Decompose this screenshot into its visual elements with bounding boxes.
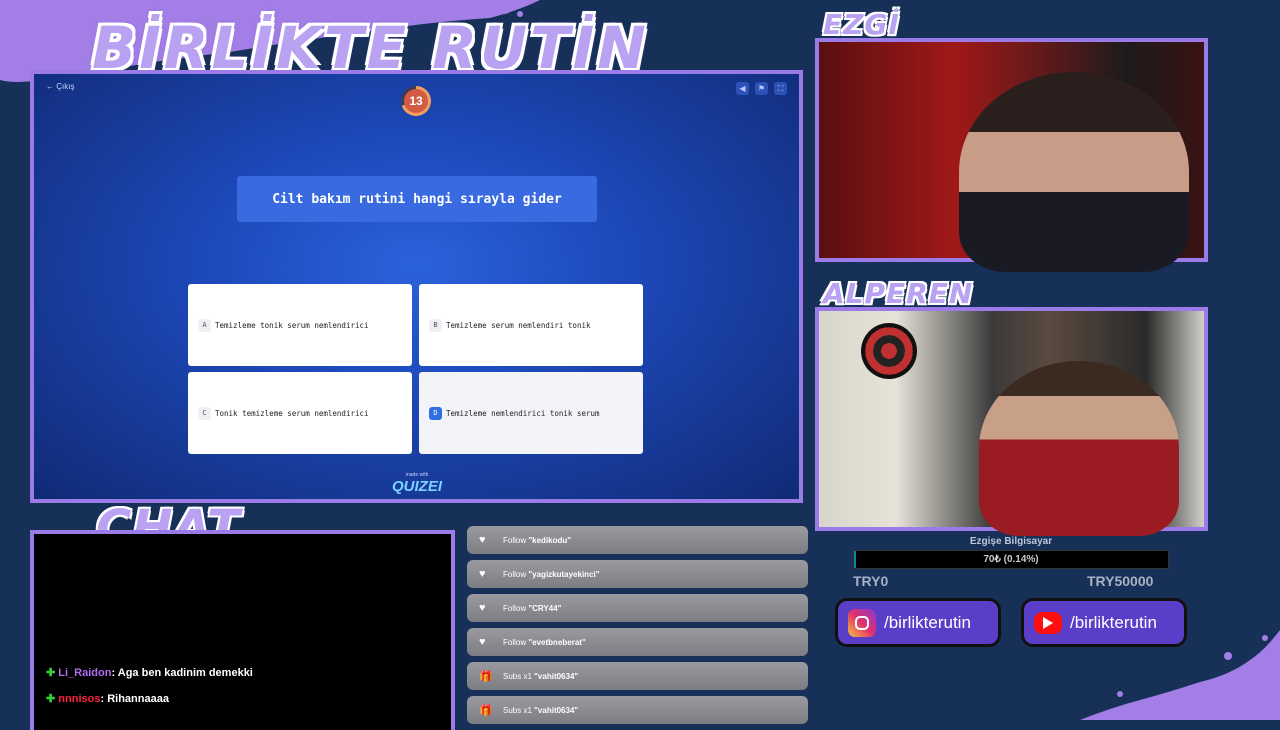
question-text: Cilt bakım rutini hangi sırayla gider [237, 176, 597, 222]
youtube-badge[interactable]: /birlikterutin [1021, 598, 1187, 647]
answer-text: Temizleme nemlendirici tonik serum [446, 408, 600, 418]
cam-label-bottom: ALPEREN [823, 277, 974, 310]
quiz-window: ← Çıkış 13 ◀ ⚑ ⛶ Cilt bakım rutini hangi… [30, 70, 803, 503]
donation-min: TRY0 [853, 573, 889, 589]
event-type: Follow [503, 569, 527, 579]
fullscreen-icon[interactable]: ⛶ [774, 82, 787, 95]
event-row: ♥ Follow "CRY44" [467, 594, 808, 622]
event-user: "CRY44" [528, 603, 562, 613]
answer-text: Temizleme serum nemlendiri tonik [446, 320, 591, 330]
dartboard-decoration [861, 323, 917, 379]
event-user: "kedikodu" [528, 535, 572, 545]
person-silhouette [979, 361, 1179, 536]
cam-label-top: EZGİ [823, 8, 900, 41]
answer-letter: A [198, 318, 211, 332]
quiz-toolbar: ◀ ⚑ ⛶ [736, 82, 787, 95]
gift-icon: 🎁 [479, 670, 493, 683]
answer-text: Temizleme tonik serum nemlendirici [215, 320, 369, 330]
person-silhouette [959, 72, 1189, 272]
event-row: ♥ Follow "kedikodu" [467, 526, 808, 554]
answer-option-c[interactable]: C Tonik temizleme serum nemlendirici [188, 372, 412, 454]
chat-text: Aga ben kadinim demekki [117, 667, 253, 679]
event-row: ♥ Follow "yagizkutayekinci" [467, 560, 808, 588]
heart-icon: ♥ [479, 534, 486, 546]
event-row: 🎁 Subs x1 "vahit0634" [467, 662, 808, 690]
plus-icon: ✚ [46, 667, 56, 679]
donation-max: TRY50000 [1087, 573, 1154, 589]
heart-icon: ♥ [479, 636, 486, 648]
donation-goal-title: Ezgişe Bilgisayar [969, 536, 1053, 547]
event-type: Subs x1 [503, 705, 532, 715]
event-user: "yagizkutayekinci" [528, 569, 600, 579]
answer-option-b[interactable]: B Temizleme serum nemlendiri tonik [419, 284, 643, 366]
answer-text: Tonik temizleme serum nemlendirici [215, 408, 369, 418]
answer-option-a[interactable]: A Temizleme tonik serum nemlendirici [188, 284, 412, 366]
flag-icon[interactable]: ⚑ [755, 82, 768, 95]
youtube-handle: /birlikterutin [1070, 612, 1157, 632]
event-type: Subs x1 [503, 671, 532, 681]
answer-letter: D [429, 406, 442, 420]
gift-icon: 🎁 [479, 704, 493, 717]
chat-message: ✚ nnnisos: Rihannaaaa [46, 693, 169, 705]
donation-progress-bar: 70₺ (0.14%) [853, 550, 1169, 569]
instagram-icon [848, 608, 876, 637]
event-row: ♥ Follow "evetbneberat" [467, 628, 808, 656]
event-type: Follow [503, 535, 527, 545]
youtube-icon [1034, 611, 1062, 634]
instagram-handle: /birlikterutin [884, 612, 971, 632]
event-user: "vahit0634" [534, 705, 579, 715]
event-type: Follow [503, 603, 527, 613]
chat-username: nnnisos [58, 693, 101, 705]
event-type: Follow [503, 637, 527, 647]
webcam-bottom [815, 307, 1208, 536]
instagram-badge[interactable]: /birlikterutin [835, 598, 1001, 647]
heart-icon: ♥ [479, 568, 486, 580]
timer-value: 13 [404, 89, 428, 113]
answer-letter: B [429, 318, 442, 332]
countdown-timer: 13 [401, 86, 431, 116]
quizei-branding: made with QUIZEI [392, 472, 442, 495]
heart-icon: ♥ [479, 602, 486, 614]
exit-button[interactable]: ← Çıkış [46, 82, 74, 91]
chat-box: ✚ Li_Raidon: Aga ben kadinim demekki ✚ n… [30, 530, 455, 730]
event-user: "evetbneberat" [528, 637, 586, 647]
quizei-logo: QUIZEI [392, 478, 443, 495]
webcam-top [815, 38, 1208, 272]
plus-icon: ✚ [46, 693, 56, 705]
event-user: "vahit0634" [534, 671, 579, 681]
sound-icon[interactable]: ◀ [736, 82, 749, 95]
chat-username: Li_Raidon [58, 667, 112, 679]
chat-message: ✚ Li_Raidon: Aga ben kadinim demekki [46, 667, 253, 679]
answer-letter: C [198, 406, 211, 420]
donation-current: 70₺ (0.14%) [983, 554, 1039, 565]
chat-text: Rihannaaaa [107, 693, 169, 705]
answer-option-d[interactable]: D Temizleme nemlendirici tonik serum [419, 372, 643, 454]
